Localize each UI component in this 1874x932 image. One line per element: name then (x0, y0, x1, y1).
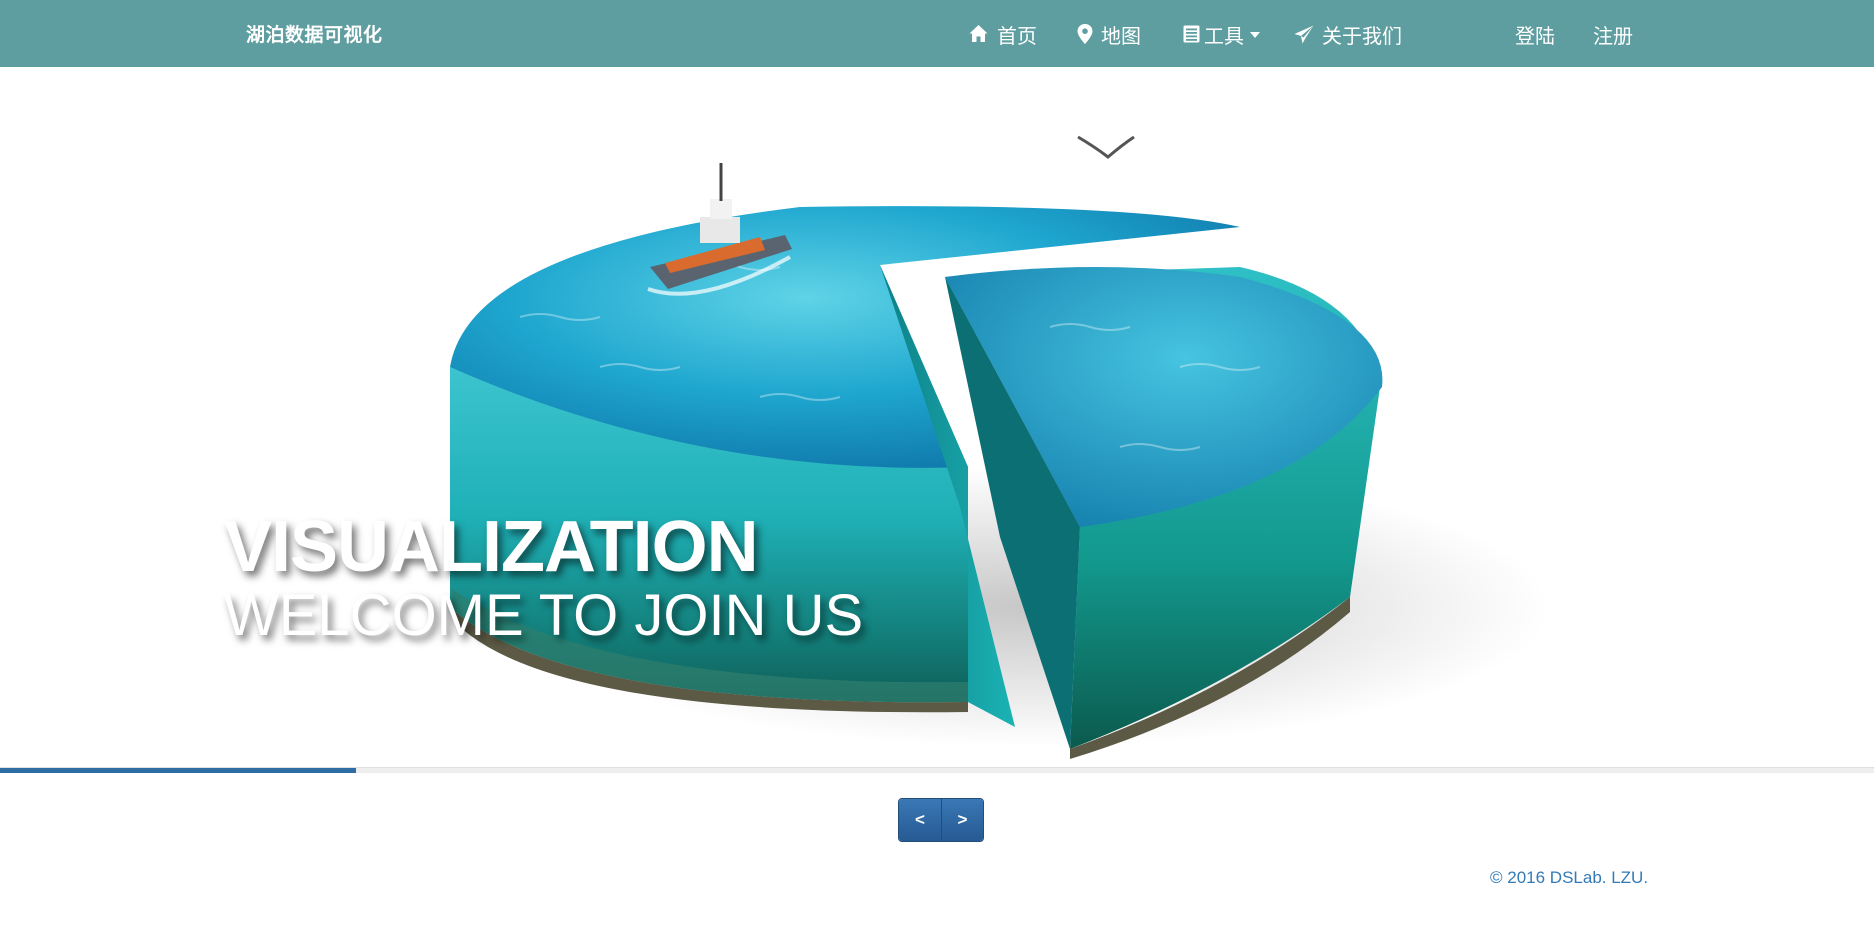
seagull-icon (1077, 135, 1135, 159)
water-pie-chart-illustration (450, 135, 1550, 759)
nav-item-home-label: 首页 (997, 23, 1037, 48)
carousel-progress-bar (0, 767, 1874, 773)
chevron-down-icon (1250, 32, 1260, 38)
carousel-pager: < > (898, 798, 984, 842)
carousel-next-button[interactable]: > (941, 799, 983, 841)
nav-item-about[interactable]: 关于我们 (1294, 20, 1402, 48)
send-icon (1294, 25, 1314, 44)
map-marker-icon (1077, 24, 1093, 44)
nav-item-tools[interactable]: 工具 (1183, 20, 1260, 48)
nav-item-tools-label: 工具 (1204, 23, 1244, 48)
login-link-label: 登陆 (1515, 23, 1555, 48)
carousel-prev-button[interactable]: < (899, 799, 941, 841)
hero-subtitle: WELCOME TO JOIN US (224, 583, 864, 648)
nav-item-about-label: 关于我们 (1322, 23, 1402, 48)
carousel-progress-fill (0, 768, 357, 773)
brand-title[interactable]: 湖泊数据可视化 (246, 20, 383, 47)
home-icon (968, 24, 989, 44)
list-icon (1183, 25, 1200, 43)
footer-copyright: © 2016 DSLab. LZU. (1490, 868, 1649, 887)
hero-carousel-slide: VISUALIZATION WELCOME TO JOIN US (0, 67, 1874, 767)
nav-item-map-label: 地图 (1101, 23, 1141, 48)
login-link[interactable]: 登陆 (1515, 20, 1555, 48)
top-navbar: 湖泊数据可视化 首页 地图 工具 关于我们 登陆 注册 (0, 0, 1874, 67)
nav-item-map[interactable]: 地图 (1077, 20, 1141, 48)
hero-title: VISUALIZATION (224, 507, 759, 587)
register-link-label: 注册 (1593, 23, 1633, 48)
nav-item-home[interactable]: 首页 (968, 20, 1037, 48)
register-link[interactable]: 注册 (1593, 20, 1633, 48)
